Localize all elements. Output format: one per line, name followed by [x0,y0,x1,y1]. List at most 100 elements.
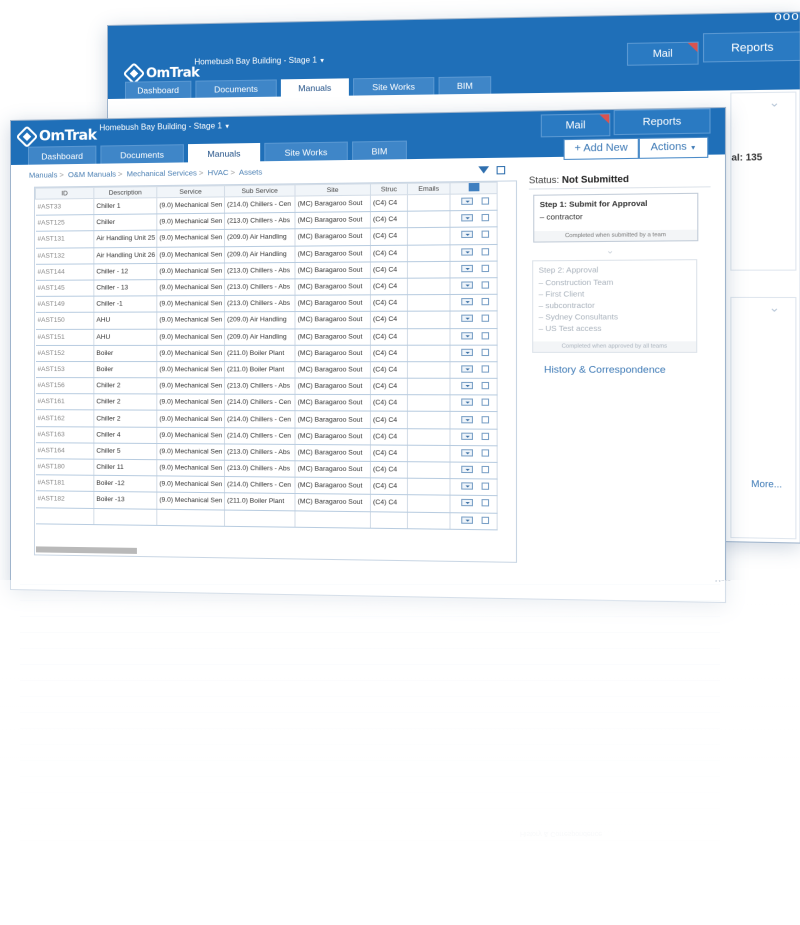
tab-bim[interactable]: BIM [352,140,407,160]
row-dropdown-icon[interactable] [460,231,473,239]
row-dropdown-icon[interactable] [460,415,473,423]
chevron-down-icon[interactable]: ⌄ [769,300,780,315]
status-label: Status: [528,174,560,186]
row-checkbox[interactable] [481,314,489,323]
row-dropdown-icon[interactable] [460,449,473,457]
cell-emails [407,411,451,429]
table-row[interactable]: #AST153 Boiler (9.0) Mechanical Sen (211.0)… [35,361,498,379]
row-dropdown-icon[interactable] [460,482,473,490]
back-mail-button[interactable]: Mail [626,41,699,66]
row-checkbox[interactable] [481,281,489,289]
breadcrumb-item[interactable]: Manuals [29,170,57,179]
horizontal-scrollbar[interactable] [35,546,137,554]
filter-icon[interactable] [478,166,490,174]
column-header-service[interactable]: Service [156,185,225,198]
breadcrumb: Manuals > O&M Manuals > Mechanical Service… [29,167,262,179]
row-checkbox[interactable] [481,331,489,340]
row-checkbox[interactable] [481,415,489,423]
row-dropdown-icon[interactable] [460,348,473,356]
chevron-down-icon[interactable]: ⌄ [769,95,780,110]
tab-documents[interactable]: Documents [195,79,277,98]
row-checkbox[interactable] [481,247,489,256]
table-row[interactable]: #AST151 AHU (9.0) Mechanical Sen (209.0) Ai… [35,328,498,346]
row-checkbox[interactable] [481,516,489,524]
row-dropdown-icon[interactable] [460,465,473,474]
back-project-selector[interactable]: Homebush Bay Building - Stage 1 ▼ [194,55,325,66]
tab-documents[interactable]: Documents [100,144,184,164]
row-dropdown-icon[interactable] [460,214,473,222]
row-dropdown-icon[interactable] [460,499,473,507]
back-more-icon[interactable]: ooo [774,11,799,23]
breadcrumb-item[interactable]: Mechanical Services [127,168,197,178]
table-row[interactable]: #AST152 Boiler (9.0) Mechanical Sen (211.0)… [35,344,498,362]
cell-description: Chiller - 12 [93,263,157,280]
row-checkbox[interactable] [481,499,489,507]
row-checkbox[interactable] [481,365,489,373]
column-header-description[interactable]: Description [93,186,157,199]
table-row[interactable]: #AST156 Chiller 2 (9.0) Mechanical Sen (213… [35,377,498,396]
tab-dashboard[interactable]: Dashboard [124,80,192,99]
row-dropdown-icon[interactable] [460,281,473,289]
row-checkbox[interactable] [481,348,489,356]
breadcrumb-item[interactable]: HVAC [208,168,229,177]
row-dropdown-icon[interactable] [460,315,473,323]
tab-manuals[interactable]: Manuals [187,142,261,165]
caret-down-icon: ▼ [319,58,326,65]
reflection-fade [0,580,800,925]
breadcrumb-item[interactable]: O&M Manuals [68,169,116,179]
step-team-item: – US Test access [538,323,602,334]
breadcrumb-item[interactable]: Assets [239,167,262,176]
front-mail-button[interactable]: Mail [540,113,611,138]
row-checkbox[interactable] [481,466,489,474]
cell-description: Air Handling Unit 26 [93,246,157,264]
row-checkbox[interactable] [481,398,489,407]
row-checkbox[interactable] [481,264,489,272]
column-header-sub-service[interactable]: Sub Service [224,184,295,197]
row-dropdown-icon[interactable] [460,365,473,373]
row-checkbox[interactable] [481,298,489,306]
row-dropdown-icon[interactable] [460,298,473,306]
row-checkbox[interactable] [481,449,489,457]
row-dropdown-icon[interactable] [460,264,473,273]
cell-sub-service: (209.0) Air Handling [224,311,295,329]
row-dropdown-icon[interactable] [460,432,473,440]
back-reports-button[interactable]: Reports [702,31,800,63]
row-dropdown-icon[interactable] [460,516,473,524]
row-checkbox[interactable] [481,214,489,222]
row-dropdown-icon[interactable] [460,197,473,206]
row-checkbox[interactable] [481,197,489,205]
row-dropdown-icon[interactable] [460,382,473,390]
row-dropdown-icon[interactable] [460,331,473,340]
column-header-structure[interactable]: Struc [370,183,408,196]
history-correspondence-link[interactable]: History & Correspondence [544,364,666,376]
table-row[interactable]: #AST145 Chiller - 13 (9.0) Mechanical Sen(… [35,277,498,297]
tab-manuals[interactable]: Manuals [280,78,349,97]
cell-description: Chiller 2 [93,410,157,427]
row-dropdown-icon[interactable] [460,247,473,256]
column-view-icon[interactable] [496,165,506,175]
table-row[interactable]: #AST150 AHU (9.0) Mechanical Sen (209.0) Ai… [35,311,498,329]
expand-icon[interactable] [468,182,479,192]
row-checkbox[interactable] [481,231,489,239]
tab-site-works[interactable]: Site Works [264,141,348,162]
front-project-selector[interactable]: Homebush Bay Building - Stage 1 ▼ [99,121,230,132]
row-checkbox[interactable] [481,432,489,440]
tab-dashboard[interactable]: Dashboard [27,145,97,165]
front-reports-button[interactable]: Reports [613,108,711,136]
column-header-emails[interactable]: Emails [407,182,451,195]
row-checkbox[interactable] [481,382,489,390]
table-row[interactable]: #AST149 Chiller -1 (9.0) Mechanical Sen (21… [35,294,498,313]
row-dropdown-icon[interactable] [460,398,473,407]
actions-button[interactable]: Actions ▼ [638,136,709,159]
row-checkbox[interactable] [481,482,489,491]
back-more-link[interactable]: More... [751,479,782,490]
tab-site-works[interactable]: Site Works [353,77,435,96]
tab-bim[interactable]: BIM [438,76,492,95]
table-row[interactable]: #AST161 Chiller 2 (9.0) Mechanical Sen (214… [35,393,498,413]
cell-service [156,508,225,527]
column-header-id[interactable]: ID [35,187,94,200]
back-count-label: al: 135 [731,151,763,163]
add-new-button[interactable]: + Add New [563,137,639,160]
column-header-site[interactable]: Site [294,183,371,197]
column-header-expand[interactable] [450,182,498,195]
